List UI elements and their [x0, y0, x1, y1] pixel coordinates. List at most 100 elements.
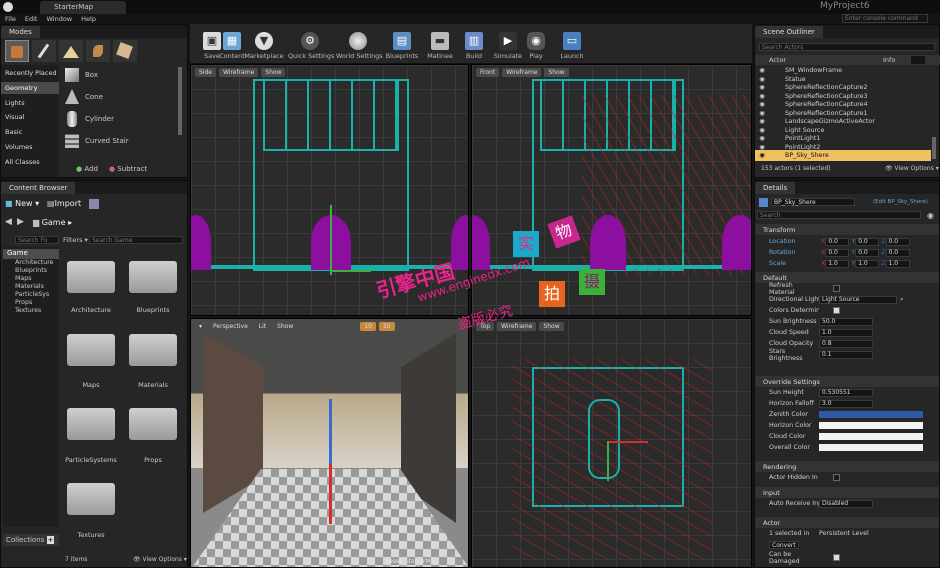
search-folders-input[interactable]: Search Fo	[15, 236, 59, 244]
folder-architecture-icon[interactable]	[67, 261, 115, 293]
box-item[interactable]: Box	[61, 65, 181, 85]
cone-item[interactable]: Cone	[61, 87, 181, 107]
add-icon[interactable]: ● Add	[76, 165, 98, 173]
colors-determined-checkbox[interactable]	[833, 307, 840, 314]
viewport-menu-button[interactable]: Perspective	[209, 322, 252, 331]
folder-maps-icon[interactable]	[67, 334, 115, 366]
tree-item[interactable]: Textures	[15, 307, 41, 314]
view-mode-button[interactable]: Lit	[254, 322, 271, 331]
list-item-selected[interactable]: ◉ BP_Sky_Shere	[755, 150, 931, 161]
refresh-material-checkbox[interactable]	[833, 285, 840, 292]
path-breadcrumb[interactable]: ▆ Game ▸	[33, 218, 72, 227]
tree-item[interactable]: Maps	[15, 275, 32, 282]
folder-materials-icon[interactable]	[129, 334, 177, 366]
actor-hidden-checkbox[interactable]	[833, 474, 840, 481]
console-input[interactable]: Enter console command	[842, 14, 928, 23]
folder-textures-icon[interactable]	[67, 483, 115, 515]
folder-particle-icon[interactable]	[67, 408, 115, 440]
tree-item[interactable]: Materials	[15, 283, 44, 290]
directional-light-dropdown[interactable]: Light Source	[819, 295, 897, 304]
content-browser-tab[interactable]: Content Browser	[1, 181, 76, 194]
eye-icon[interactable]: ◉	[927, 211, 934, 220]
category-basic[interactable]: Basic	[5, 128, 22, 136]
auto-receive-dropdown[interactable]: Disabled	[819, 499, 873, 508]
cloud-color-swatch[interactable]	[819, 433, 923, 440]
folder-props-icon[interactable]	[129, 408, 177, 440]
actor-section[interactable]: Actor	[755, 517, 939, 528]
subtract-icon[interactable]: ● Subtract	[109, 165, 147, 173]
horizon-color-swatch[interactable]	[819, 422, 923, 429]
view-mode-button[interactable]: Wireframe	[502, 68, 542, 77]
modes-scrollbar[interactable]	[178, 67, 182, 135]
level-tab[interactable]: StarterMap	[40, 1, 126, 14]
rendering-section[interactable]: Rendering	[755, 461, 939, 472]
tree-item[interactable]: Architecture	[15, 259, 54, 266]
tree-item[interactable]: Blueprints	[15, 267, 47, 274]
landscape-mode-icon[interactable]	[59, 40, 83, 62]
overall-color-swatch[interactable]	[819, 444, 923, 451]
menu-file[interactable]: File	[5, 14, 16, 24]
show-button[interactable]: Show	[544, 68, 569, 77]
foliage-mode-icon[interactable]	[86, 40, 110, 62]
top-viewport[interactable]: Top Wireframe Show	[471, 318, 752, 568]
category-all-classes[interactable]: All Classes	[5, 158, 40, 166]
save-all-icon[interactable]	[89, 199, 99, 209]
menu-window[interactable]: Window	[46, 14, 72, 24]
category-volumes[interactable]: Volumes	[5, 143, 33, 151]
category-lights[interactable]: Lights	[5, 99, 25, 107]
tree-item-game[interactable]: Game	[3, 249, 59, 259]
show-button[interactable]: Show	[273, 322, 298, 331]
search-actors-input[interactable]: Search Actors	[759, 43, 935, 51]
edit-blueprint-link[interactable]: (Edit BP_Sky_Shere)	[873, 199, 928, 205]
perspective-viewport[interactable]: ▾ Perspective Lit Show 10 10 Level: Star…	[190, 318, 469, 568]
main-toolbar: ▣ Save ▦ Content ▼ Marketplace ⚙ Quick Setti…	[190, 24, 752, 64]
category-recently-placed[interactable]: Recently Placed	[5, 69, 57, 77]
forward-arrow-icon[interactable]: ▶	[17, 217, 24, 227]
category-geometry[interactable]: Geometry	[5, 84, 37, 92]
folder-blueprints-icon[interactable]	[129, 261, 177, 293]
show-button[interactable]: Show	[539, 322, 564, 331]
search-icon[interactable]: ⌕	[900, 296, 904, 304]
scene-outliner-tab[interactable]: Scene Outliner	[755, 25, 823, 38]
viewport-options-icon[interactable]: ▾	[195, 322, 207, 331]
override-section[interactable]: Override Settings	[755, 376, 939, 387]
can-be-damaged-checkbox[interactable]	[833, 554, 840, 561]
view-options-button[interactable]: 👁 View Options ▾	[133, 556, 187, 563]
modes-tab[interactable]: Modes	[1, 25, 40, 38]
snap-rotate-value[interactable]: 10	[378, 322, 395, 331]
paint-mode-icon[interactable]	[32, 40, 56, 62]
zenith-color-swatch[interactable]	[819, 411, 923, 418]
view-mode-button[interactable]: Wireframe	[497, 322, 537, 331]
menu-help[interactable]: Help	[81, 14, 96, 24]
convert-button[interactable]: Convert	[769, 541, 799, 549]
details-tab[interactable]: Details	[755, 181, 796, 194]
category-visual[interactable]: Visual	[5, 113, 24, 121]
viewport-menu-button[interactable]: Top	[476, 322, 495, 331]
filters-button[interactable]: Filters ▾	[63, 236, 88, 244]
geometry-edit-icon[interactable]	[113, 40, 137, 62]
input-section[interactable]: Input	[755, 487, 939, 498]
view-mode-button[interactable]: Wireframe	[218, 68, 259, 77]
details-search-input[interactable]: Search	[757, 211, 921, 219]
side-viewport[interactable]: Side Wireframe Show	[190, 64, 469, 316]
curved-stair-item[interactable]: Curved Stair	[61, 131, 181, 151]
show-button[interactable]: Show	[261, 68, 286, 77]
new-button[interactable]: ■ New ▾	[5, 199, 39, 208]
outliner-view-options[interactable]: 👁 View Options ▾	[885, 165, 939, 172]
menu-edit[interactable]: Edit	[25, 14, 38, 24]
tree-item[interactable]: ParticleSys	[15, 291, 49, 298]
transform-section[interactable]: Transform	[755, 224, 939, 235]
back-arrow-icon[interactable]: ◀	[5, 217, 12, 227]
tree-item[interactable]: Props	[15, 299, 32, 306]
place-mode-icon[interactable]	[5, 40, 29, 62]
import-button[interactable]: ▤Import	[47, 199, 81, 208]
actor-name-field[interactable]: BP_Sky_Shere	[771, 198, 855, 206]
search-game-input[interactable]: Search Game	[89, 236, 183, 244]
viewport-menu-button[interactable]: Side	[195, 68, 216, 77]
outliner-scrollbar[interactable]	[932, 137, 936, 159]
info-dropdown[interactable]	[911, 56, 925, 64]
snap-translate-value[interactable]: 10	[360, 322, 376, 331]
viewport-menu-button[interactable]: Front	[476, 68, 500, 77]
front-viewport[interactable]: Front Wireframe Show	[471, 64, 752, 316]
cylinder-item[interactable]: Cylinder	[61, 109, 181, 129]
